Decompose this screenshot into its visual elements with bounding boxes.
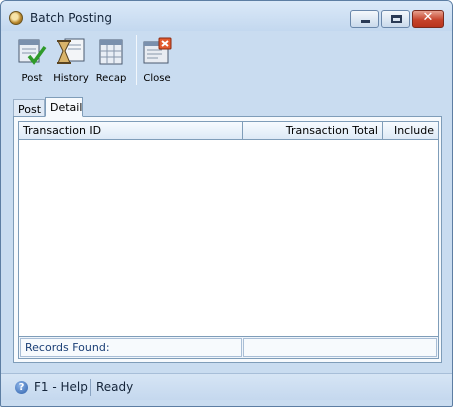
tab-post[interactable]: Post (13, 99, 45, 117)
post-button[interactable]: Post (13, 35, 51, 87)
maximize-button[interactable] (381, 10, 410, 28)
history-label: History (53, 73, 89, 84)
recap-label: Recap (95, 73, 127, 84)
grid-footer: Records Found: (19, 336, 438, 358)
maximize-icon (391, 15, 402, 23)
column-header-transaction-id[interactable]: Transaction ID (19, 122, 243, 140)
close-label: Close (143, 73, 171, 84)
transactions-grid[interactable]: Transaction ID Transaction Total Include… (18, 121, 439, 359)
toolbar: Post History Recap Close (9, 31, 446, 89)
post-icon (18, 39, 47, 65)
minimize-button[interactable] (350, 10, 379, 28)
column-header-transaction-total[interactable]: Transaction Total (243, 122, 383, 140)
close-button[interactable]: Close (141, 35, 173, 87)
grid-header: Transaction ID Transaction Total Include (19, 122, 438, 140)
status-bar: ? F1 - Help Ready (1, 373, 452, 400)
records-found-label: Records Found: (20, 338, 242, 357)
minimize-icon (361, 20, 370, 23)
close-form-icon (143, 37, 172, 64)
history-icon (57, 38, 85, 64)
recap-icon (99, 39, 123, 65)
status-separator (90, 379, 91, 396)
detail-tab-panel: Transaction ID Transaction Total Include… (13, 116, 442, 363)
toolbar-separator (136, 35, 137, 85)
recap-button[interactable]: Recap (93, 35, 129, 87)
batch-posting-window: Batch Posting ✕ Post History Recap Close… (0, 0, 453, 407)
title-bar[interactable]: Batch Posting ✕ (1, 1, 452, 31)
help-label[interactable]: F1 - Help (34, 380, 88, 394)
records-found-value (243, 338, 437, 357)
app-icon (9, 11, 23, 25)
tab-detail[interactable]: Detail (45, 97, 83, 117)
close-icon: ✕ (422, 10, 434, 25)
history-button[interactable]: History (51, 35, 91, 87)
help-icon[interactable]: ? (15, 381, 28, 394)
post-label: Post (21, 73, 43, 84)
close-window-button[interactable]: ✕ (412, 10, 444, 28)
status-text: Ready (96, 380, 134, 394)
window-title: Batch Posting (30, 11, 112, 25)
column-header-include[interactable]: Include (383, 122, 438, 140)
